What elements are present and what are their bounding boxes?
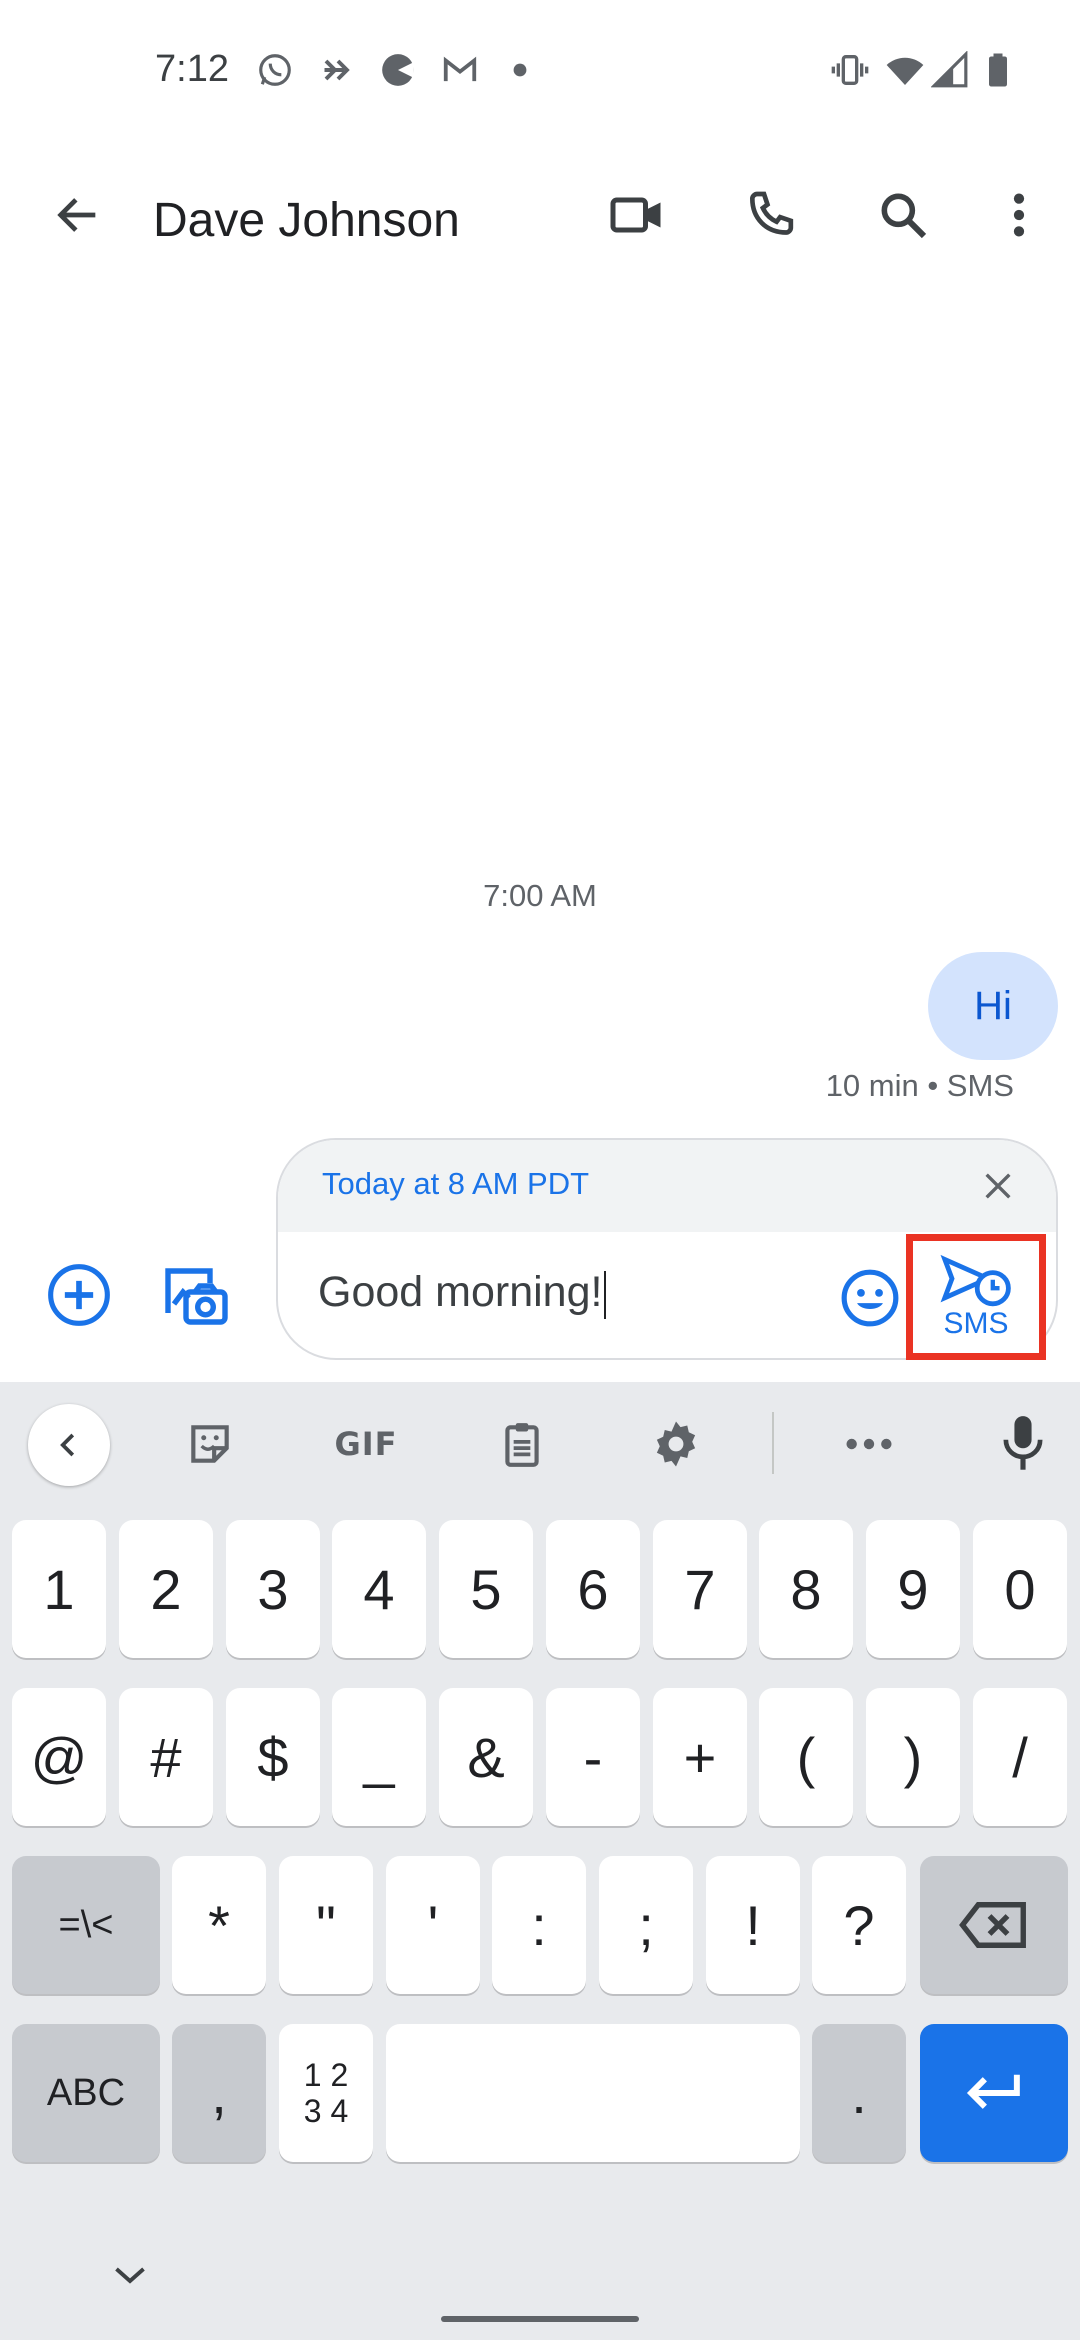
chevron-down-icon [115,2267,145,2284]
toolbar-back-button[interactable] [28,1404,110,1486]
video-call-button[interactable] [593,170,683,260]
dot-icon [500,50,540,90]
key-underscore[interactable]: _ [332,1688,426,1826]
key-4[interactable]: 4 [332,1520,426,1658]
more-symbols-key[interactable]: =\< [12,1856,160,1994]
settings-button[interactable] [636,1404,716,1484]
forward-arrow-icon [318,50,358,90]
schedule-time-label[interactable]: Today at 8 AM PDT [322,1166,589,1202]
message-input-text: Good morning! [318,1268,603,1316]
abc-key[interactable]: ABC [12,2024,160,2162]
key-3[interactable]: 3 [226,1520,320,1658]
key-open-paren[interactable]: ( [759,1688,853,1826]
add-circle-icon [48,1264,110,1326]
key-single-quote[interactable]: ' [386,1856,480,1994]
wifi-icon [885,50,925,90]
key-9[interactable]: 9 [866,1520,960,1658]
gif-label: GIF [334,1425,398,1463]
key-0[interactable]: 0 [973,1520,1067,1658]
key-double-quote[interactable]: " [279,1856,373,1994]
conversation-timestamp: 7:00 AM [483,878,597,913]
key-1[interactable]: 1 [12,1520,106,1658]
gesture-navigation-bar[interactable] [441,2316,639,2322]
key-8[interactable]: 8 [759,1520,853,1658]
key-5[interactable]: 5 [439,1520,533,1658]
more-toolbar-button[interactable] [829,1404,909,1484]
whatsapp-icon [255,50,295,90]
gif-button[interactable]: GIF [324,1404,408,1484]
vibrate-icon [830,50,870,90]
enter-icon [966,2074,1020,2109]
pacman-app-icon [378,50,418,90]
backspace-icon [959,1902,1026,1948]
emoji-icon [841,1269,899,1327]
key-asterisk[interactable]: * [172,1856,266,1994]
key-comma[interactable]: , [172,2024,266,2162]
keyboard: GIF 1 2 3 4 5 6 7 8 9 0 @ # $ _ & - + ( … [0,1382,1080,2340]
space-key[interactable] [386,2024,800,2162]
message-meta: 10 min • SMS [825,1068,1014,1103]
numpad-key[interactable]: 1 2 3 4 [279,2024,373,2162]
key-exclamation[interactable]: ! [706,1856,800,1994]
key-colon[interactable]: : [492,1856,586,1994]
more-vert-icon [1013,193,1025,237]
key-ampersand[interactable]: & [439,1688,533,1826]
status-time: 7:12 [155,48,229,90]
search-icon [881,193,927,239]
sticker-button[interactable] [170,1404,250,1484]
send-sms-label: SMS [943,1307,1009,1340]
more-horiz-icon [846,1438,892,1450]
settings-icon [656,1421,696,1467]
key-at[interactable]: @ [12,1688,106,1826]
back-button[interactable] [33,170,123,260]
close-icon [985,1173,1011,1199]
voice-input-button[interactable] [983,1404,1063,1484]
phone-icon [749,191,794,235]
contact-name[interactable]: Dave Johnson [153,193,460,248]
signal-icon [930,50,970,90]
key-hash[interactable]: # [119,1688,213,1826]
back-chevron-icon [60,1433,75,1457]
status-bar: 7:12 [0,0,1080,150]
text-cursor [604,1270,607,1319]
video-call-icon [610,197,661,233]
keyboard-toolbar: GIF [0,1382,1080,1502]
more-options-button[interactable] [974,170,1064,260]
add-attachment-button[interactable] [34,1250,124,1340]
key-close-paren[interactable]: ) [866,1688,960,1826]
key-slash[interactable]: / [973,1688,1067,1826]
search-button[interactable] [858,170,948,260]
gallery-camera-button[interactable] [150,1250,240,1340]
message-input[interactable]: Good morning! [318,1268,607,1319]
back-arrow-icon [57,198,96,232]
clipboard-icon [505,1423,539,1467]
key-question[interactable]: ? [812,1856,906,1994]
scheduled-send-sms-button[interactable]: SMS [906,1234,1046,1360]
clipboard-button[interactable] [482,1404,562,1484]
cancel-schedule-button[interactable] [962,1150,1034,1222]
key-plus[interactable]: + [653,1688,747,1826]
battery-icon [978,50,1018,90]
backspace-key[interactable] [920,1856,1068,1994]
key-6[interactable]: 6 [546,1520,640,1658]
hide-keyboard-button[interactable] [100,2250,160,2300]
key-period[interactable]: . [812,2024,906,2162]
scheduled-send-icon [940,1254,1011,1307]
gmail-icon [440,50,480,90]
key-semicolon[interactable]: ; [599,1856,693,1994]
scheduled-send-banner[interactable]: Today at 8 AM PDT [278,1140,1056,1232]
mic-icon [1003,1416,1043,1470]
emoji-button[interactable] [832,1260,908,1336]
gallery-camera-icon [165,1268,228,1325]
call-button[interactable] [726,170,816,260]
toolbar-divider [772,1412,774,1474]
key-dollar[interactable]: $ [226,1688,320,1826]
enter-key[interactable] [920,2024,1068,2162]
sticker-icon [191,1425,229,1463]
outgoing-message-bubble[interactable]: Hi [928,952,1058,1060]
key-minus[interactable]: - [546,1688,640,1826]
key-2[interactable]: 2 [119,1520,213,1658]
key-7[interactable]: 7 [653,1520,747,1658]
